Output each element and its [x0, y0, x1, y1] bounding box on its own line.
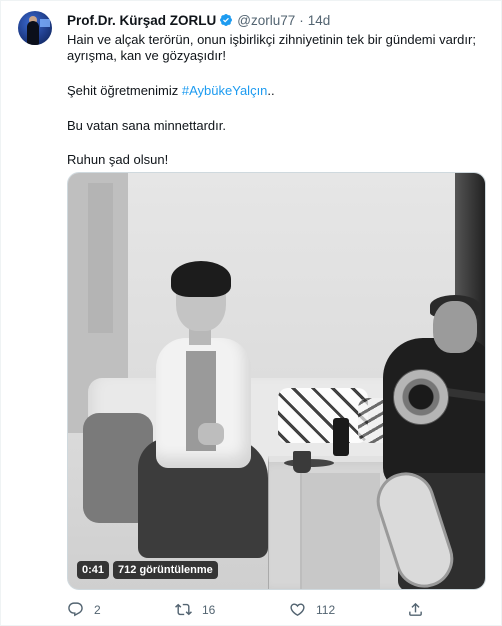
- woman-figure: [171, 261, 231, 297]
- author-handle[interactable]: @zorlu77: [237, 13, 295, 28]
- like-icon: [290, 603, 305, 616]
- speaker: [333, 418, 349, 456]
- separator-dot: ·: [299, 12, 304, 28]
- retweet-button[interactable]: 16: [175, 601, 215, 618]
- author-avatar[interactable]: [18, 11, 52, 45]
- author-name[interactable]: Prof.Dr. Kürşad ZORLU: [67, 13, 216, 28]
- tweet-text-line-4: Bu vatan sana minnettardır.: [67, 118, 226, 133]
- avatar-figure: [27, 21, 39, 45]
- video-player[interactable]: 0:41 712 görüntülenme: [67, 172, 486, 590]
- man-figure: [433, 301, 477, 353]
- oud: [393, 369, 449, 425]
- video-overlay: 0:41 712 görüntülenme: [77, 561, 218, 579]
- share-icon: [409, 602, 422, 616]
- tweet-text-line-5: Ruhun şad olsun!: [67, 152, 169, 167]
- table-leg: [300, 473, 380, 589]
- verified-badge-icon: [220, 14, 233, 26]
- cup: [293, 451, 311, 473]
- tweet-text-prefix: Şehit öğretmenimiz: [67, 83, 182, 98]
- video-duration: 0:41: [77, 561, 110, 579]
- retweet-icon: [175, 603, 192, 616]
- reply-icon: [68, 602, 83, 617]
- tweet-text-line-3: Şehit öğretmenimiz #AybükeYalçın..: [67, 82, 487, 99]
- pillow: [278, 388, 368, 443]
- retweet-count: 16: [202, 602, 216, 617]
- reply-count: 2: [94, 602, 101, 617]
- woman-figure: [198, 423, 224, 445]
- hashtag-link[interactable]: #AybükeYalçın: [182, 83, 268, 98]
- tweet-timestamp[interactable]: 14d: [308, 13, 331, 28]
- avatar-background-sign: [40, 19, 50, 27]
- like-count: 112: [316, 602, 336, 617]
- like-button[interactable]: 112: [289, 601, 335, 618]
- tweet-text-suffix: ..: [267, 83, 275, 98]
- tweet-card[interactable]: Prof.Dr. Kürşad ZORLU @zorlu77 · 14d Hai…: [0, 0, 502, 626]
- tweet-header: Prof.Dr. Kürşad ZORLU @zorlu77 · 14d: [67, 11, 330, 29]
- reply-button[interactable]: 2: [67, 601, 101, 618]
- tweet-text-line-2: ayrışma, kan ve gözyaşıdır!: [67, 48, 226, 63]
- tweet-actions: 2 16 112: [67, 601, 427, 621]
- share-button[interactable]: [407, 601, 424, 618]
- window-shadow: [88, 183, 113, 333]
- video-frame: [68, 173, 485, 589]
- tweet-text-line-1: Hain ve alçak terörün, onun işbirlikçi z…: [67, 32, 476, 47]
- video-view-count: 712 görüntülenme: [113, 561, 218, 579]
